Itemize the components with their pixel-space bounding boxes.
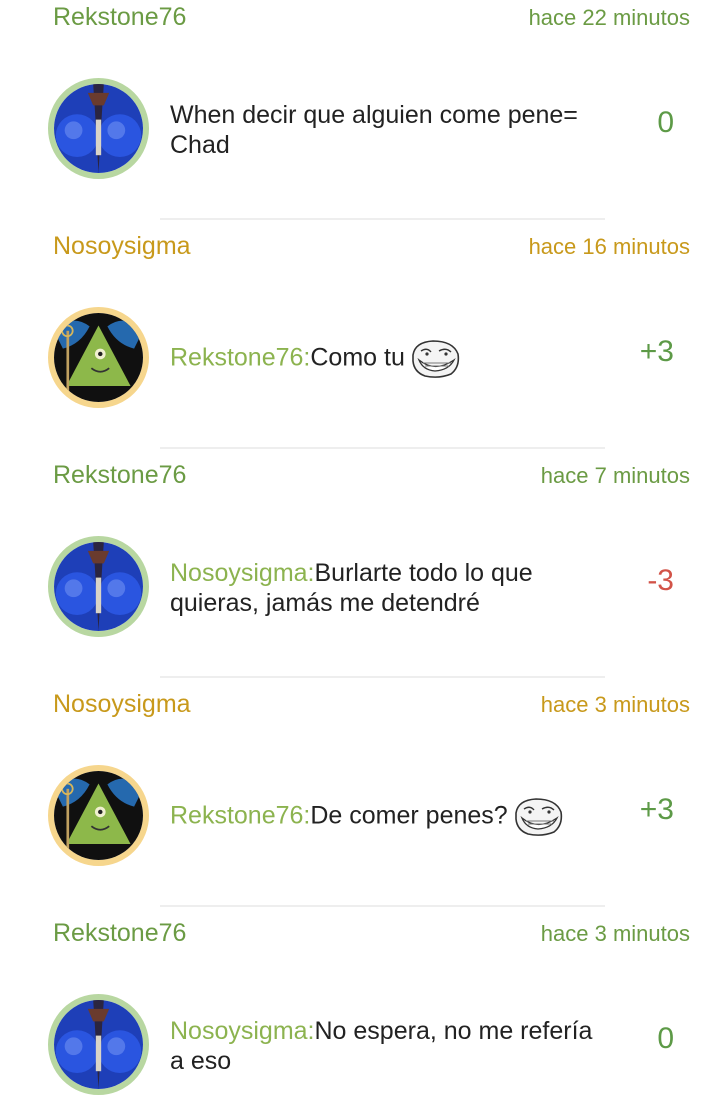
comment-header: Nosoysigma hace 16 minutos — [0, 229, 720, 265]
comment-header: Nosoysigma hace 3 minutos — [0, 687, 720, 723]
comment-header: Rekstone76 hace 3 minutos — [0, 916, 720, 952]
mention[interactable]: Nosoysigma: — [170, 1017, 315, 1045]
score: +3 — [639, 335, 674, 368]
blue-orb-avatar-icon — [54, 1000, 143, 1089]
score: +3 — [639, 793, 674, 826]
divider — [160, 218, 605, 220]
mention[interactable]: Rekstone76: — [170, 344, 310, 372]
author-name[interactable]: Rekstone76 — [53, 919, 186, 948]
timestamp: hace 16 minutos — [528, 234, 690, 259]
comment-item: Rekstone76 hace 3 minutos Nosoysigma:No … — [0, 916, 720, 1111]
comment-item: Nosoysigma hace 16 minutos Rekstone76:Co… — [0, 229, 720, 449]
avatar[interactable] — [48, 307, 149, 408]
blue-orb-avatar-icon — [54, 84, 143, 173]
comment-body: Rekstone76:Como tu — [170, 339, 610, 379]
divider — [160, 676, 605, 678]
avatar[interactable] — [48, 765, 149, 866]
avatar[interactable] — [48, 994, 149, 1095]
comment-body: Rekstone76:De comer penes? — [170, 797, 610, 837]
avatar[interactable] — [48, 536, 149, 637]
comment-text: Como tu — [310, 343, 405, 372]
timestamp: hace 3 minutos — [540, 921, 690, 946]
score: 0 — [657, 106, 674, 139]
divider — [160, 447, 605, 449]
comment-header: Rekstone76 hace 7 minutos — [0, 458, 720, 494]
author-name[interactable]: Rekstone76 — [53, 461, 186, 490]
score: -3 — [647, 564, 674, 597]
trollface-emoji-icon — [409, 339, 461, 379]
comment-item: Rekstone76 hace 22 minutos When decir qu… — [0, 0, 720, 220]
comment-body: Nosoysigma:No espera, no me refería a es… — [170, 1016, 610, 1076]
comment-text: When decir que alguien come pene= Chad — [170, 101, 578, 159]
avatar[interactable] — [48, 78, 149, 179]
comment-header: Rekstone76 hace 22 minutos — [0, 0, 720, 36]
timestamp: hace 22 minutos — [528, 5, 690, 30]
author-name[interactable]: Nosoysigma — [53, 232, 191, 261]
timestamp: hace 3 minutos — [540, 692, 690, 717]
author-name[interactable]: Rekstone76 — [53, 3, 186, 32]
mention[interactable]: Nosoysigma: — [170, 559, 315, 587]
author-name[interactable]: Nosoysigma — [53, 690, 191, 719]
trollface-emoji-icon — [512, 797, 564, 837]
comment-text: De comer penes? — [310, 801, 508, 830]
timestamp: hace 7 minutos — [540, 463, 690, 488]
comment-item: Rekstone76 hace 7 minutos Nosoysigma:Bur… — [0, 458, 720, 678]
score: 0 — [657, 1022, 674, 1055]
comment-body: Nosoysigma:Burlarte todo lo que quieras,… — [170, 558, 610, 618]
green-triangle-character-avatar-icon — [54, 313, 143, 402]
mention[interactable]: Rekstone76: — [170, 802, 310, 830]
green-triangle-character-avatar-icon — [54, 771, 143, 860]
divider — [160, 905, 605, 907]
blue-orb-avatar-icon — [54, 542, 143, 631]
comment-item: Nosoysigma hace 3 minutos Rekstone76:De … — [0, 687, 720, 907]
comment-body: When decir que alguien come pene= Chad — [170, 100, 610, 160]
